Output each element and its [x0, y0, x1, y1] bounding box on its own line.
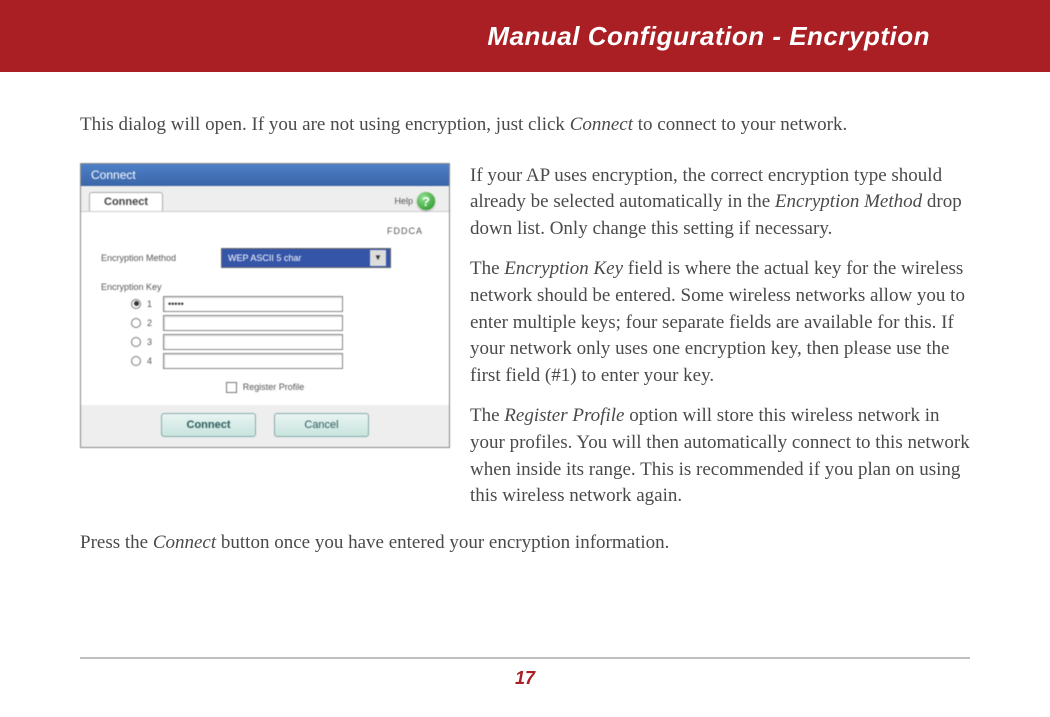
key-input-1[interactable]: •••••	[163, 296, 343, 312]
closing-paragraph: Press the Connect button once you have e…	[80, 530, 970, 557]
dialog-titlebar: Connect	[81, 164, 449, 186]
side-explanation: If your AP uses encryption, the correct …	[470, 163, 970, 524]
key-index-2: 2	[147, 318, 157, 328]
key-radio-2[interactable]	[131, 318, 141, 328]
help-icon[interactable]: ?	[417, 192, 435, 210]
key-index-3: 3	[147, 337, 157, 347]
ssid-value: FDDCA	[101, 222, 429, 248]
intro-text-pre: This dialog will open. If you are not us…	[80, 114, 570, 135]
connect-button[interactable]: Connect	[161, 413, 256, 437]
footer-divider	[80, 657, 970, 659]
page-title: Manual Configuration - Encryption	[487, 21, 930, 52]
register-profile-label: Register Profile	[243, 382, 305, 392]
p3-italic: Register Profile	[504, 405, 624, 426]
after-pre: Press the	[80, 532, 153, 553]
header-band: Manual Configuration - Encryption	[0, 0, 1050, 72]
p2-pre: The	[470, 258, 504, 279]
key-index-4: 4	[147, 356, 157, 366]
encryption-method-label: Encryption Method	[101, 253, 211, 263]
p2-italic: Encryption Key	[504, 258, 623, 279]
key-row-1: 1 •••••	[101, 296, 429, 312]
p3-pre: The	[470, 405, 504, 426]
key-row-3: 3	[101, 334, 429, 350]
tab-connect[interactable]: Connect	[89, 192, 163, 211]
intro-paragraph: This dialog will open. If you are not us…	[80, 112, 970, 139]
key-input-4[interactable]	[163, 353, 343, 369]
help-label: Help	[394, 196, 413, 206]
key-row-4: 4	[101, 353, 429, 369]
after-connect-word: Connect	[153, 532, 216, 553]
key-row-2: 2	[101, 315, 429, 331]
encryption-method-value: WEP ASCII 5 char	[228, 253, 301, 263]
register-profile-checkbox[interactable]	[226, 382, 237, 393]
p1-italic: Encryption Method	[775, 191, 922, 212]
after-post: button once you have entered your encryp…	[216, 532, 669, 553]
key-input-3[interactable]	[163, 334, 343, 350]
encryption-method-select[interactable]: WEP ASCII 5 char ▼	[221, 248, 391, 268]
intro-text-post: to connect to your network.	[633, 114, 847, 135]
page-number: 17	[0, 668, 1050, 689]
intro-connect-word: Connect	[570, 114, 633, 135]
connect-dialog: Connect Connect Help ? FDDCA Encryption …	[80, 163, 450, 448]
key-index-1: 1	[147, 299, 157, 309]
key-radio-3[interactable]	[131, 337, 141, 347]
key-radio-1[interactable]	[131, 299, 141, 309]
content-area: This dialog will open. If you are not us…	[0, 72, 1050, 556]
key-radio-4[interactable]	[131, 356, 141, 366]
cancel-button[interactable]: Cancel	[274, 413, 369, 437]
encryption-key-label: Encryption Key	[101, 282, 211, 292]
key-input-2[interactable]	[163, 315, 343, 331]
chevron-down-icon: ▼	[370, 250, 386, 266]
